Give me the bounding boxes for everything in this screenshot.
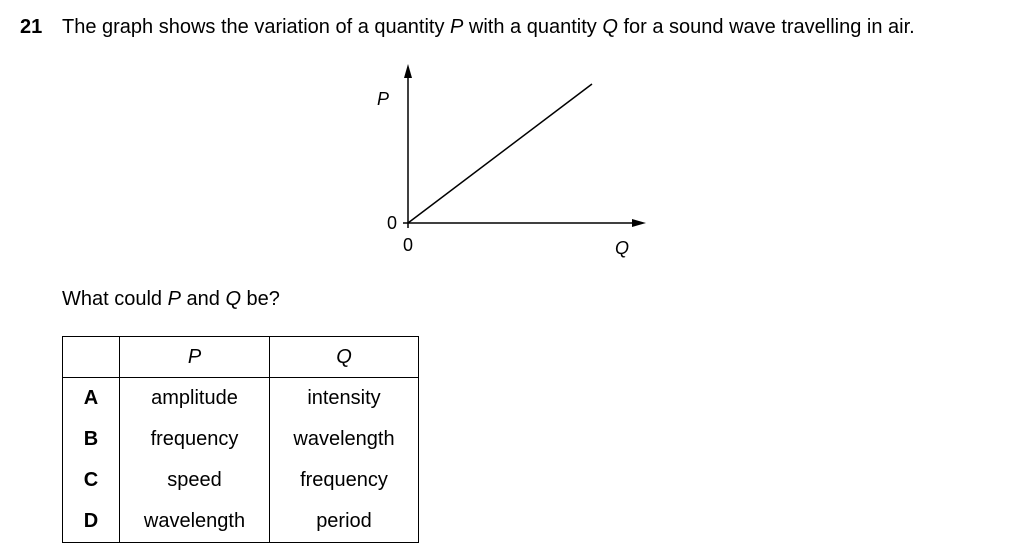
option-p-value: amplitude: [119, 377, 270, 419]
option-row-d[interactable]: D wavelength period: [62, 501, 419, 543]
question-number: 21: [20, 16, 43, 38]
option-q-value: period: [269, 501, 419, 543]
option-q-value: frequency: [269, 460, 419, 501]
option-row-c[interactable]: C speed frequency: [62, 460, 419, 501]
option-p-value: speed: [119, 460, 270, 501]
prompt-text: What could P and Q be?: [62, 288, 280, 311]
option-row-a[interactable]: A amplitude intensity: [62, 377, 419, 419]
question-text-part: for a sound wave travelling in air.: [617, 16, 915, 38]
y-axis-label: P: [377, 89, 389, 109]
prompt-text-part: be?: [241, 288, 280, 310]
table-header-q: Q: [269, 336, 419, 378]
x-origin-label: 0: [403, 235, 413, 255]
question-text-part: The graph shows the variation of a quant…: [62, 16, 451, 38]
prompt-text-part: and: [180, 288, 226, 310]
option-letter: D: [62, 501, 120, 543]
prompt-text-part: What could: [62, 288, 168, 310]
y-axis-arrow: [404, 64, 412, 78]
option-p-value: wavelength: [119, 501, 270, 543]
option-letter: A: [62, 377, 120, 419]
prompt-var-q: Q: [225, 288, 241, 310]
option-q-value: intensity: [269, 377, 419, 419]
option-p-value: frequency: [119, 419, 270, 460]
question-text-part: with a quantity: [463, 16, 603, 38]
table-header-blank: [62, 336, 120, 378]
option-row-b[interactable]: B frequency wavelength: [62, 419, 419, 460]
question-var-q: Q: [602, 16, 618, 38]
option-letter: C: [62, 460, 120, 501]
answer-options-table: P Q A amplitude intensity B frequency wa…: [62, 336, 419, 543]
table-header-p: P: [119, 336, 270, 378]
prompt-var-p: P: [167, 288, 181, 310]
y-origin-label: 0: [387, 213, 397, 233]
option-letter: B: [62, 419, 120, 460]
question-var-p: P: [450, 16, 464, 38]
question-text: The graph shows the variation of a quant…: [62, 16, 915, 39]
option-q-value: wavelength: [269, 419, 419, 460]
table-header-row: P Q: [62, 336, 419, 378]
x-axis-label: Q: [615, 238, 629, 258]
proportional-line: [407, 83, 593, 224]
x-axis-arrow: [632, 219, 646, 227]
pq-graph: P Q 0 0: [377, 64, 646, 258]
